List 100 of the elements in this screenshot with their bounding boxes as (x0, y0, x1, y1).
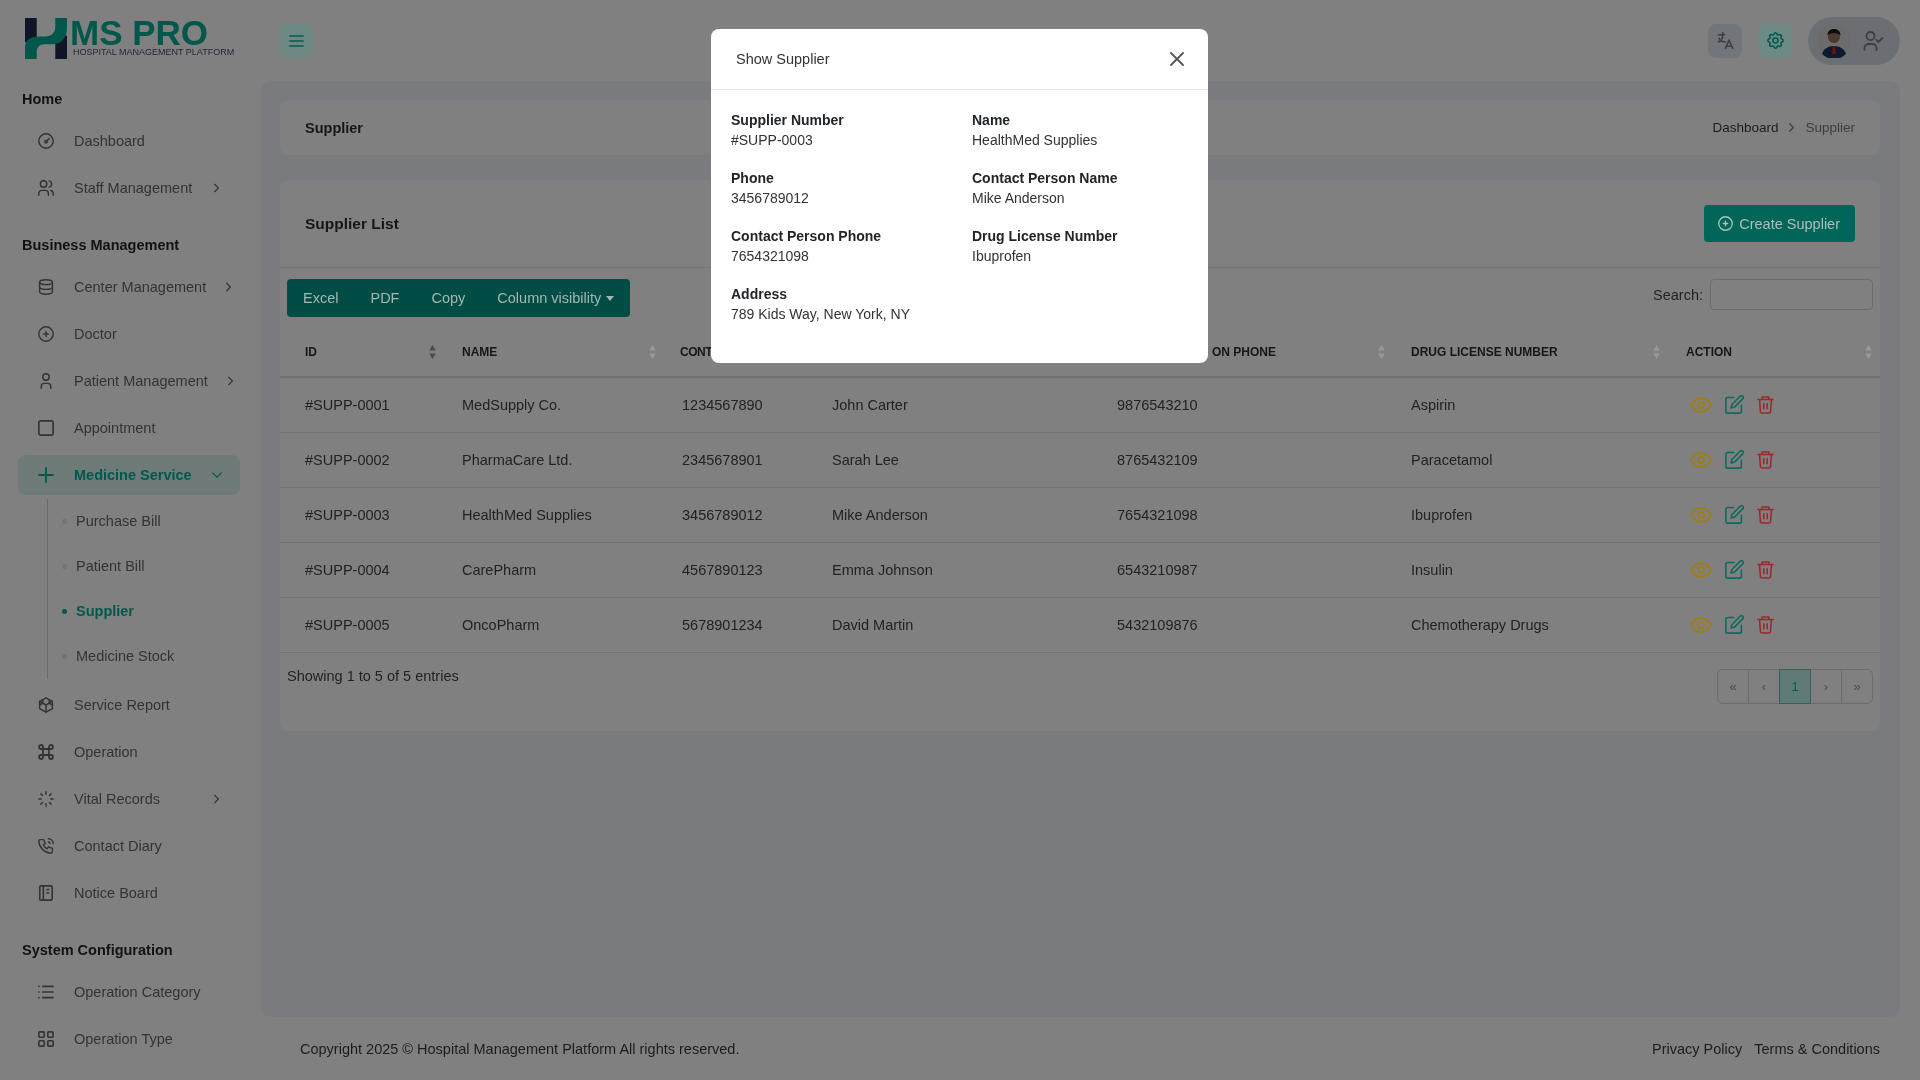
trash-icon[interactable] (1757, 560, 1774, 579)
logo-title: MS PRO (70, 18, 209, 47)
table-cell: MedSupply Co. (444, 377, 664, 432)
settings-icon (1766, 32, 1784, 49)
profile-button[interactable] (1808, 16, 1900, 65)
submenu-item[interactable]: Medicine Stock (48, 637, 261, 675)
user-icon (38, 373, 54, 389)
pagination-link[interactable]: › (1810, 668, 1842, 704)
grid-icon (38, 1031, 54, 1047)
eye-icon[interactable] (1690, 561, 1712, 578)
field-value: 3456789012 (731, 189, 809, 208)
close-icon[interactable] (1170, 52, 1184, 66)
column-header[interactable]: ACTION (1686, 344, 1732, 359)
table-cell: HealthMed Supplies (444, 487, 664, 542)
column-header[interactable]: ON PHONE (1212, 344, 1276, 359)
pagination-link[interactable]: « (1717, 668, 1749, 704)
footer-link[interactable]: Privacy Policy (1652, 1040, 1743, 1057)
trash-icon[interactable] (1757, 615, 1774, 634)
eye-icon[interactable] (1690, 506, 1712, 523)
gauge-icon (38, 133, 54, 149)
field-label: Supplier Number (731, 111, 844, 130)
submenu-item[interactable]: Patient Bill (48, 547, 261, 585)
field-label: Name (972, 111, 1011, 130)
sidebar-item[interactable]: Doctor (18, 314, 240, 354)
sidebar-item[interactable]: Dashboard (18, 121, 240, 161)
edit-icon[interactable] (1725, 395, 1744, 415)
menu-button[interactable] (279, 23, 313, 58)
plus-circle-icon (38, 326, 54, 342)
sidebar-item[interactable]: Vital Records (18, 779, 240, 819)
export-button[interactable]: Copy (415, 279, 482, 317)
create-supplier-button[interactable]: Create Supplier (1704, 205, 1855, 242)
eye-icon[interactable] (1690, 396, 1712, 413)
edit-icon[interactable] (1725, 615, 1744, 634)
section-title: System Configuration (21, 941, 173, 960)
table-cell: #SUPP-0001 (280, 377, 444, 432)
sidebar-item[interactable]: Appointment (18, 408, 240, 448)
table-cell: Sarah Lee (814, 432, 1099, 487)
column-header[interactable]: DRUG LICENSE NUMBER (1411, 344, 1558, 359)
submenu-item[interactable]: Supplier (48, 592, 261, 630)
sidebar-item[interactable]: Notice Board (18, 873, 240, 913)
table-cell: 9876543210 (1099, 377, 1393, 432)
sort-icon[interactable] (429, 344, 436, 359)
table-cell: David Martin (814, 597, 1099, 652)
sort-icon[interactable] (649, 344, 656, 359)
column-header[interactable]: ID (305, 344, 317, 359)
table-cell: PharmaCare Ltd. (444, 432, 664, 487)
column-header[interactable]: CONT (680, 344, 712, 359)
notebook-icon (38, 885, 54, 901)
sort-icon[interactable] (1865, 344, 1872, 359)
sidebar-item[interactable]: Operation Category (18, 972, 240, 1012)
trash-icon[interactable] (1757, 505, 1774, 524)
export-button[interactable]: PDF (354, 279, 416, 317)
list-icon (38, 984, 54, 1000)
settings-button[interactable] (1758, 23, 1792, 58)
pagination-link[interactable]: ‹ (1748, 668, 1780, 704)
trash-icon[interactable] (1757, 450, 1774, 469)
field-label: Contact Person Name (972, 169, 1118, 188)
card-title: Supplier List (305, 214, 399, 233)
sidebar-item[interactable]: Service Report (18, 685, 240, 725)
field-value: 7654321098 (731, 247, 809, 266)
table-cell: 5432109876 (1099, 597, 1393, 652)
edit-icon[interactable] (1725, 450, 1744, 469)
field-value: Mike Anderson (972, 189, 1065, 208)
translate-button[interactable] (1708, 23, 1742, 58)
breadcrumb-link[interactable]: Dashboard (1712, 120, 1779, 135)
pagination-link[interactable]: » (1841, 668, 1873, 704)
table-cell: 4567890123 (664, 542, 814, 597)
sidebar-item[interactable]: Staff Management (18, 168, 240, 208)
sidebar-item[interactable]: Center Management (18, 267, 240, 307)
sort-icon[interactable] (1653, 344, 1660, 359)
modal-title: Show Supplier (736, 51, 830, 67)
column-visibility-dropdown[interactable]: Column visibility (481, 279, 631, 317)
eye-icon[interactable] (1690, 616, 1712, 633)
submenu-item[interactable]: Purchase Bill (48, 502, 261, 540)
eye-icon[interactable] (1690, 451, 1712, 468)
edit-icon[interactable] (1725, 505, 1744, 524)
table-cell: Mike Anderson (814, 487, 1099, 542)
user-check-icon (1863, 30, 1884, 51)
footer-link[interactable]: Terms & Conditions (1754, 1040, 1880, 1057)
sidebar-item[interactable]: Medicine Service (18, 455, 240, 495)
sort-icon[interactable] (1378, 344, 1385, 359)
field-label: Drug License Number (972, 227, 1118, 246)
field-value: #SUPP-0003 (731, 131, 813, 150)
edit-icon[interactable] (1725, 560, 1744, 579)
command-icon (38, 744, 54, 760)
sidebar-item[interactable]: Patient Management (18, 361, 240, 401)
search-label: Search: (1653, 286, 1703, 303)
sidebar-item[interactable]: Contact Diary (18, 826, 240, 866)
database-icon (38, 279, 54, 295)
pagination-link[interactable]: 1 (1779, 668, 1811, 704)
table-cell: #SUPP-0005 (280, 597, 444, 652)
export-button[interactable]: Excel (287, 279, 355, 317)
logo-icon (25, 18, 67, 59)
table-info: Showing 1 to 5 of 5 entries (287, 668, 459, 684)
trash-icon[interactable] (1757, 395, 1774, 414)
table-cell: Paracetamol (1393, 432, 1668, 487)
column-header[interactable]: NAME (462, 344, 498, 359)
field-label: Address (731, 285, 788, 304)
sidebar-item[interactable]: Operation (18, 732, 240, 772)
sidebar-item[interactable]: Operation Type (18, 1019, 240, 1059)
